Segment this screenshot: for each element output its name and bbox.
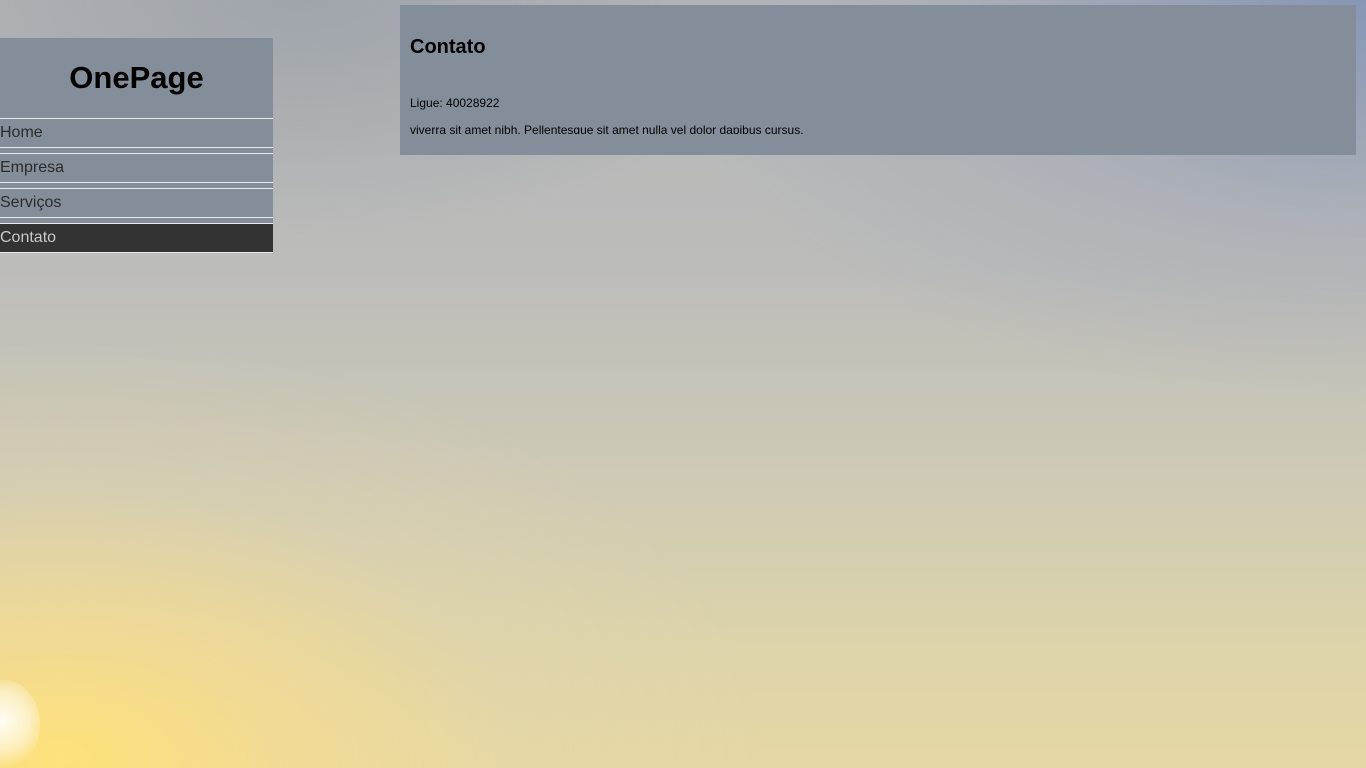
- clipped-paragraph: viverra sit amet nibh. Pellentesque sit …: [410, 118, 804, 134]
- phone-text: Ligue: 40028922: [410, 96, 500, 110]
- nav-item-empresa[interactable]: Empresa: [0, 153, 273, 183]
- nav-item-contato[interactable]: Contato: [0, 223, 273, 253]
- sidebar: OnePage Home Empresa Serviços Contato: [0, 38, 273, 253]
- sidebar-nav: Home Empresa Serviços Contato: [0, 118, 273, 253]
- contact-section: Contato Ligue: 40028922 viverra sit amet…: [400, 5, 1356, 155]
- site-logo-title: OnePage: [69, 60, 204, 95]
- sunlit-cloud-background: [0, 680, 40, 768]
- nav-item-home[interactable]: Home: [0, 118, 273, 148]
- section-title: Contato: [410, 36, 486, 58]
- clipped-paragraph-text: viverra sit amet nibh. Pellentesque sit …: [410, 123, 804, 134]
- nav-item-servicos[interactable]: Serviços: [0, 188, 273, 218]
